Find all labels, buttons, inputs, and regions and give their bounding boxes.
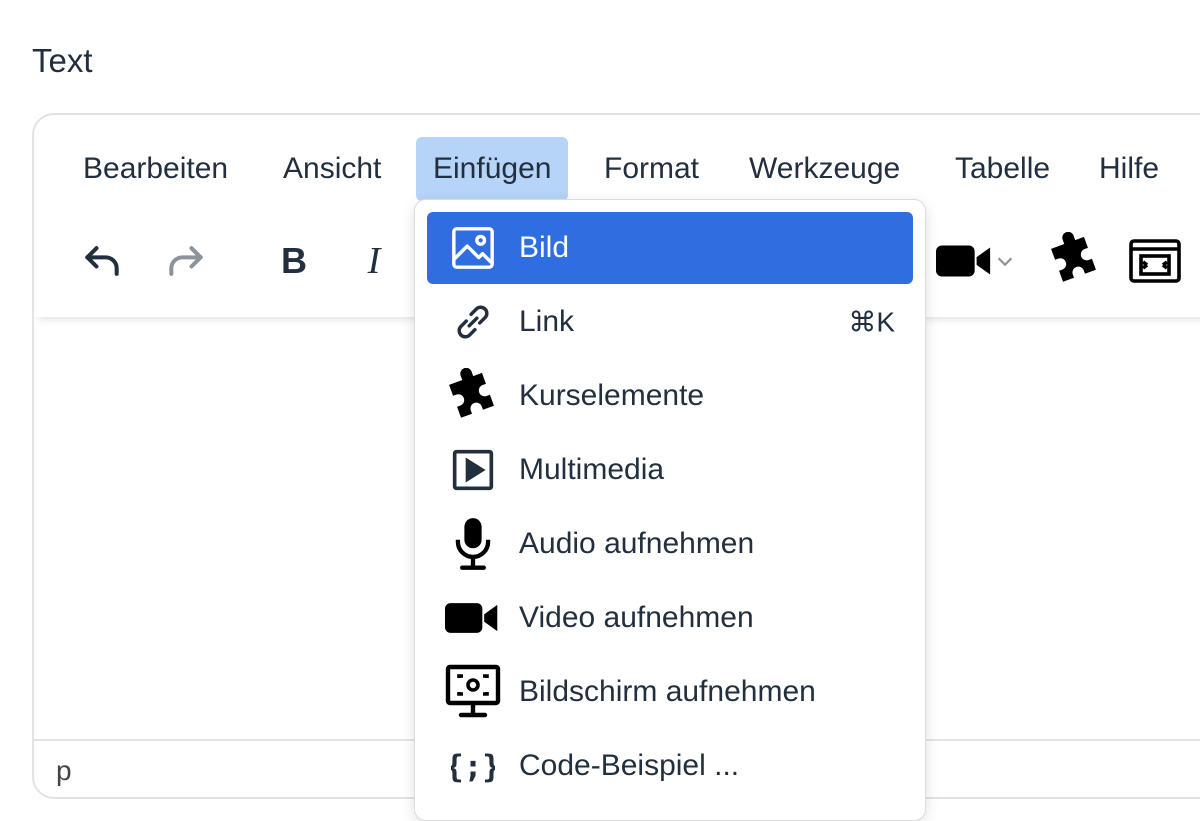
undo-button[interactable]	[74, 233, 130, 289]
menu-item-label: Video aufnehmen	[519, 601, 754, 634]
italic-icon: I	[367, 240, 381, 282]
menu-item-label: Audio aufnehmen	[519, 527, 755, 560]
puzzle-icon	[445, 368, 501, 424]
field-label: Text	[32, 42, 93, 79]
redo-button[interactable]	[158, 233, 214, 289]
multimedia-icon	[445, 442, 501, 498]
puzzle-icon	[1051, 232, 1096, 282]
menu-werkzeuge[interactable]: Werkzeuge	[732, 137, 917, 201]
menu-item-link[interactable]: Link ⌘K	[427, 286, 913, 358]
course-elements-button[interactable]	[1044, 229, 1106, 291]
menu-hilfe[interactable]: Hilfe	[1082, 137, 1176, 201]
menu-item-label: Bild	[519, 231, 570, 264]
menu-item-multimedia[interactable]: Multimedia	[427, 434, 913, 506]
menu-tabelle[interactable]: Tabelle	[938, 137, 1067, 201]
menu-item-code-beispiel[interactable]: {;} Code-Beispiel ...	[427, 730, 913, 802]
menu-item-label: Bildschirm aufnehmen	[519, 675, 816, 708]
menu-item-kurselemente[interactable]: Kurselemente	[427, 360, 913, 432]
link-icon	[445, 294, 501, 350]
menu-item-bild[interactable]: Bild	[427, 212, 913, 284]
italic-button[interactable]: I	[346, 233, 402, 289]
shortcut-label: ⌘K	[848, 306, 895, 338]
embed-button[interactable]	[1124, 233, 1186, 289]
video-camera-icon	[445, 590, 501, 646]
svg-text:{;}: {;}	[451, 749, 495, 785]
menu-item-bildschirm-aufnehmen[interactable]: Bildschirm aufnehmen	[427, 656, 913, 728]
menu-ansicht[interactable]: Ansicht	[266, 137, 398, 201]
video-split-button[interactable]	[928, 233, 1024, 289]
bold-icon: B	[281, 240, 307, 281]
menu-item-label: Code-Beispiel ...	[519, 749, 740, 782]
redo-icon	[169, 246, 203, 276]
menu-item-audio-aufnehmen[interactable]: Audio aufnehmen	[427, 508, 913, 580]
element-path[interactable]: p	[56, 755, 72, 787]
menu-item-label: Multimedia	[519, 453, 665, 486]
menu-einfuegen[interactable]: Einfügen	[416, 137, 569, 201]
menu-item-video-aufnehmen[interactable]: Video aufnehmen	[427, 582, 913, 654]
embed-icon	[1129, 239, 1181, 283]
menu-item-label: Kurselemente	[519, 379, 705, 412]
video-icon	[936, 245, 991, 277]
undo-icon	[85, 246, 119, 276]
menubar: Bearbeiten Ansicht Einfügen Format Werkz…	[34, 115, 1200, 205]
chevron-down-icon	[997, 257, 1013, 267]
image-icon	[445, 220, 501, 276]
screen-record-icon	[445, 664, 501, 720]
insert-menu-dropdown: Bild Link ⌘K Kurselemente Multimedia Aud…	[414, 199, 926, 821]
bold-button[interactable]: B	[266, 233, 322, 289]
menu-bearbeiten[interactable]: Bearbeiten	[66, 137, 245, 201]
code-braces-icon: {;}	[445, 738, 501, 794]
microphone-icon	[445, 516, 501, 572]
menu-format[interactable]: Format	[587, 137, 716, 201]
menu-item-label: Link	[519, 305, 575, 338]
